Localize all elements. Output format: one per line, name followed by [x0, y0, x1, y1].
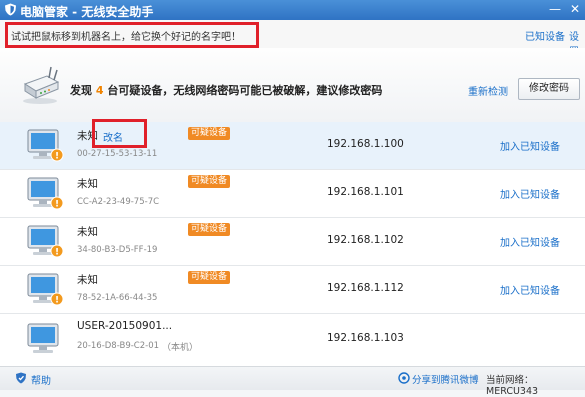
device-name[interactable]: USER-20150901... — [77, 320, 172, 332]
minimize-button[interactable]: — — [548, 2, 562, 16]
this-machine-label: （本机） — [162, 343, 199, 353]
known-devices-link[interactable]: 已知设备 — [525, 28, 565, 43]
title-bar: 电脑管家 - 无线安全助手 — ✕ — [0, 0, 585, 20]
warning-prefix: 发现 — [70, 84, 92, 97]
device-row[interactable]: ! 未知 可疑设备 78-52-1A-66-44-35 192.168.1.11… — [0, 266, 585, 314]
device-name[interactable]: 未知 — [77, 176, 98, 191]
help-link[interactable]: 帮助 — [31, 372, 51, 387]
svg-text:!: ! — [55, 248, 59, 258]
svg-text:!: ! — [55, 296, 59, 306]
computer-icon — [27, 323, 59, 353]
suspicious-badge: 可疑设备 — [188, 223, 231, 236]
current-network-label: 当前网络： — [486, 375, 534, 386]
hint-text: 试试把鼠标移到机器名上，给它换个好记的名字吧！ — [11, 32, 241, 43]
device-ip: 192.168.1.112 — [327, 282, 404, 294]
warning-computer-icon: ! — [27, 129, 64, 162]
help-icon[interactable] — [15, 372, 27, 384]
device-mac: 20-16-D8-B9-C2-01 — [77, 341, 160, 351]
footer: 帮助 分享到腾讯微博 当前网络：MERCU343 — [0, 366, 585, 397]
device-name[interactable]: 未知 — [77, 224, 98, 239]
change-password-button[interactable]: 修改密码 — [518, 78, 580, 100]
add-known-device-link[interactable]: 加入已知设备 — [500, 234, 560, 249]
warning-message: 发现 4 台可疑设备，无线网络密码可能已被破解，建议修改密码 — [70, 82, 382, 98]
hint-bar: 试试把鼠标移到机器名上，给它换个好记的名字吧！ 已知设备 设置 — [0, 20, 585, 58]
current-network: 当前网络：MERCU343 — [486, 372, 585, 397]
close-button[interactable]: ✕ — [568, 2, 582, 16]
device-list: ! 未知 改名 可疑设备 00-27-15-53-13-11 192.168.1… — [0, 119, 585, 366]
window-title: 电脑管家 - 无线安全助手 — [20, 5, 154, 19]
warning-computer-icon: ! — [27, 177, 64, 210]
device-mac: 00-27-15-53-13-11 — [77, 149, 158, 159]
device-row[interactable]: ! 未知 可疑设备 CC-A2-23-49-75-7C 192.168.1.10… — [0, 170, 585, 218]
suspicious-badge: 可疑设备 — [188, 175, 231, 188]
device-row[interactable]: ! 未知 可疑设备 34-80-B3-D5-FF-19 192.168.1.10… — [0, 218, 585, 266]
svg-text:!: ! — [55, 200, 59, 210]
share-weibo-link[interactable]: 分享到腾讯微博 — [412, 372, 479, 386]
device-ip: 192.168.1.101 — [327, 186, 404, 198]
device-mac: CC-A2-23-49-75-7C — [77, 197, 160, 207]
device-name[interactable]: 未知 — [77, 272, 98, 287]
device-ip: 192.168.1.102 — [327, 234, 404, 246]
add-known-device-link[interactable]: 加入已知设备 — [500, 282, 560, 297]
device-ip: 192.168.1.103 — [327, 332, 404, 344]
svg-text:!: ! — [55, 152, 59, 162]
rename-link[interactable]: 改名 — [103, 129, 123, 144]
recheck-link[interactable]: 重新检测 — [468, 83, 508, 98]
weibo-share-icon[interactable] — [398, 372, 410, 384]
device-mac: 78-52-1A-66-44-35 — [77, 293, 158, 303]
device-ip: 192.168.1.100 — [327, 138, 404, 150]
add-known-device-link[interactable]: 加入已知设备 — [500, 138, 560, 153]
warning-detail: 台可疑设备，无线网络密码可能已被破解，建议修改密码 — [107, 84, 383, 97]
suspicious-badge: 可疑设备 — [188, 271, 231, 284]
warning-computer-icon: ! — [27, 273, 64, 306]
warning-banner: 发现 4 台可疑设备，无线网络密码可能已被破解，建议修改密码 重新检测 修改密码 — [0, 48, 585, 123]
suspicious-count: 4 — [95, 84, 104, 97]
device-row[interactable]: USER-20150901... 20-16-D8-B9-C2-01 （本机） … — [0, 314, 585, 366]
router-icon — [23, 66, 60, 104]
device-row[interactable]: ! 未知 改名 可疑设备 00-27-15-53-13-11 192.168.1… — [0, 119, 585, 170]
shield-logo-icon — [5, 3, 16, 16]
suspicious-badge: 可疑设备 — [188, 127, 231, 140]
warning-computer-icon: ! — [27, 225, 64, 258]
device-mac: 34-80-B3-D5-FF-19 — [77, 245, 158, 255]
current-network-name: MERCU343 — [486, 386, 539, 397]
add-known-device-link[interactable]: 加入已知设备 — [500, 186, 560, 201]
